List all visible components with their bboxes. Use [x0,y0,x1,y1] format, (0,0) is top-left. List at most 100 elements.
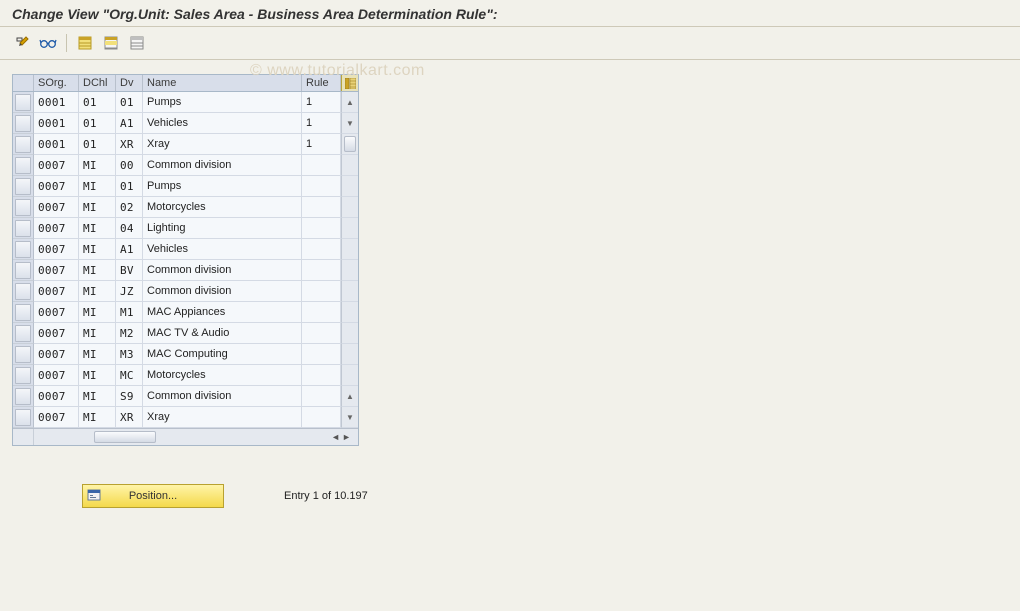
row-selector[interactable] [13,134,34,155]
cell-dv[interactable]: XR [116,134,143,155]
row-selector[interactable] [13,113,34,134]
cell-name[interactable]: Pumps [143,176,302,197]
cell-sorg[interactable]: 0007 [34,155,79,176]
cell-dv[interactable]: A1 [116,113,143,134]
scroll-left-icon[interactable]: ◄ [331,432,340,442]
h-scrollbar[interactable] [34,429,324,445]
cell-name[interactable]: MAC TV & Audio [143,323,302,344]
cell-rule[interactable]: 1 [302,134,341,155]
row-selector[interactable] [13,176,34,197]
cell-dch[interactable]: 01 [79,113,116,134]
cell-dch[interactable]: MI [79,176,116,197]
cell-dch[interactable]: MI [79,155,116,176]
cell-dch[interactable]: MI [79,302,116,323]
row-selector[interactable] [13,365,34,386]
cell-sorg[interactable]: 0007 [34,260,79,281]
cell-dch[interactable]: MI [79,197,116,218]
cell-sorg[interactable]: 0007 [34,176,79,197]
v-scroll-cell[interactable] [341,134,358,155]
cell-name[interactable]: Motorcycles [143,365,302,386]
cell-sorg[interactable]: 0007 [34,344,79,365]
other-entry-icon[interactable] [36,32,60,54]
cell-name[interactable]: Motorcycles [143,197,302,218]
cell-dv[interactable]: M2 [116,323,143,344]
deselect-all-icon[interactable] [125,32,149,54]
col-selector-header[interactable] [13,75,34,91]
cell-name[interactable]: Common division [143,155,302,176]
row-selector[interactable] [13,197,34,218]
row-selector[interactable] [13,281,34,302]
row-selector[interactable] [13,92,34,113]
row-selector[interactable] [13,302,34,323]
row-selector[interactable] [13,386,34,407]
row-selector[interactable] [13,260,34,281]
cell-name[interactable]: Common division [143,260,302,281]
cell-sorg[interactable]: 0007 [34,386,79,407]
cell-name[interactable]: Xray [143,407,302,428]
position-button[interactable]: Position... [82,484,224,508]
cell-sorg[interactable]: 0001 [34,92,79,113]
cell-name[interactable]: Common division [143,386,302,407]
cell-dv[interactable]: 00 [116,155,143,176]
cell-dch[interactable]: MI [79,407,116,428]
cell-dch[interactable]: MI [79,281,116,302]
cell-sorg[interactable]: 0007 [34,323,79,344]
cell-dch[interactable]: MI [79,218,116,239]
select-all-icon[interactable] [73,32,97,54]
cell-rule[interactable] [302,344,341,365]
cell-dv[interactable]: M3 [116,344,143,365]
cell-name[interactable]: Vehicles [143,113,302,134]
cell-dv[interactable]: S9 [116,386,143,407]
cell-name[interactable]: MAC Computing [143,344,302,365]
row-selector[interactable] [13,155,34,176]
cell-dch[interactable]: 01 [79,92,116,113]
cell-rule[interactable] [302,218,341,239]
cell-rule[interactable] [302,302,341,323]
col-sorg[interactable]: SOrg. [34,75,79,91]
cell-sorg[interactable]: 0007 [34,365,79,386]
v-scroll-cell[interactable]: ▼ [341,407,358,428]
cell-sorg[interactable]: 0001 [34,134,79,155]
cell-sorg[interactable]: 0001 [34,113,79,134]
cell-sorg[interactable]: 0007 [34,281,79,302]
cell-sorg[interactable]: 0007 [34,407,79,428]
cell-rule[interactable] [302,197,341,218]
cell-rule[interactable]: 1 [302,113,341,134]
row-selector[interactable] [13,323,34,344]
cell-sorg[interactable]: 0007 [34,302,79,323]
cell-dv[interactable]: 02 [116,197,143,218]
cell-rule[interactable] [302,176,341,197]
cell-dch[interactable]: MI [79,365,116,386]
cell-dch[interactable]: 01 [79,134,116,155]
v-scroll-cell[interactable]: ▼ [341,113,358,134]
row-selector[interactable] [13,407,34,428]
col-rule[interactable]: Rule [302,75,341,91]
cell-rule[interactable]: 1 [302,92,341,113]
cell-dv[interactable]: A1 [116,239,143,260]
cell-rule[interactable] [302,365,341,386]
cell-rule[interactable] [302,386,341,407]
cell-dv[interactable]: JZ [116,281,143,302]
toggle-display-change-icon[interactable] [10,32,34,54]
cell-name[interactable]: MAC Appiances [143,302,302,323]
scroll-right-icon[interactable]: ► [342,432,351,442]
cell-dv[interactable]: M1 [116,302,143,323]
cell-rule[interactable] [302,407,341,428]
cell-dch[interactable]: MI [79,344,116,365]
cell-dch[interactable]: MI [79,386,116,407]
cell-name[interactable]: Pumps [143,92,302,113]
cell-dv[interactable]: 01 [116,176,143,197]
col-dv[interactable]: Dv [116,75,143,91]
cell-dv[interactable]: BV [116,260,143,281]
v-scroll-cell[interactable]: ▲ [341,386,358,407]
cell-dv[interactable]: XR [116,407,143,428]
cell-sorg[interactable]: 0007 [34,218,79,239]
cell-dch[interactable]: MI [79,239,116,260]
cell-dv[interactable]: 01 [116,92,143,113]
cell-dch[interactable]: MI [79,323,116,344]
cell-dv[interactable]: 04 [116,218,143,239]
col-dch[interactable]: DChl [79,75,116,91]
configure-columns-icon[interactable] [341,75,358,91]
cell-sorg[interactable]: 0007 [34,239,79,260]
cell-dv[interactable]: MC [116,365,143,386]
